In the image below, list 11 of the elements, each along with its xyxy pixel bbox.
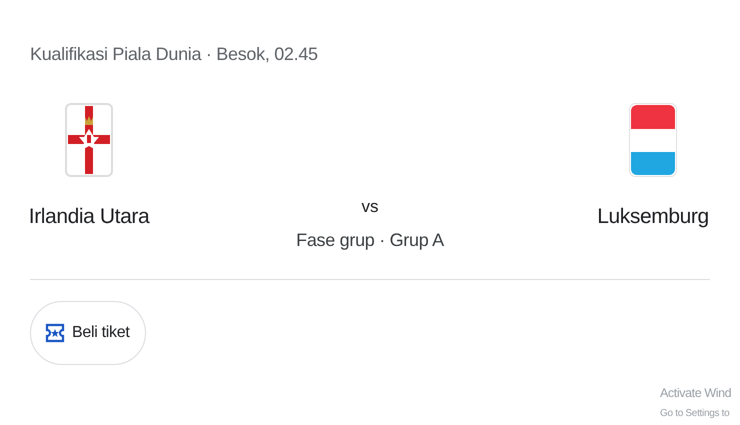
activation-title: Activate Wind [660,386,732,400]
activation-subtitle: Go to Settings to [660,408,730,419]
ticket-button[interactable]: Beli tiket [30,301,146,365]
versus-label: vs [361,197,378,217]
team-name: Irlandia Utara [28,205,150,229]
team-name: Luksemburg [597,205,709,229]
flag-icon [65,103,113,177]
match-info: Kualifikasi Piala Dunia · Besok, 02.45 [30,44,318,65]
stage-label: Fase grup · Grup A [296,230,444,251]
flag-icon [629,103,677,177]
ticket-icon [45,323,65,343]
